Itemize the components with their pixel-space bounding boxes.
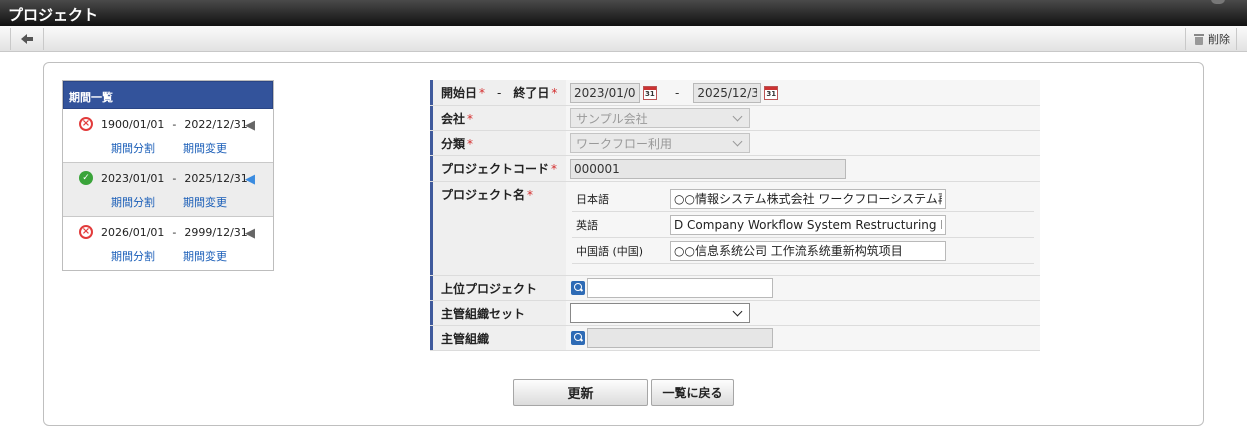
name-chinese-row: 中国語 (中国) bbox=[572, 238, 1034, 264]
parent-project-row: 上位プロジェクト bbox=[430, 276, 1040, 301]
parent-project-input[interactable] bbox=[587, 278, 773, 298]
org-input[interactable] bbox=[587, 328, 773, 348]
name-japanese-input[interactable] bbox=[670, 188, 946, 209]
start-date-input[interactable] bbox=[570, 82, 640, 103]
name-chinese-input[interactable] bbox=[670, 240, 946, 261]
period-row: × 2026/01/01 - 2999/12/31 ◀︎ 期間分割 期間変更 bbox=[63, 217, 273, 271]
name-english-input[interactable] bbox=[670, 214, 946, 235]
date-range-label: 開始日 * - 終了日 * bbox=[430, 80, 566, 105]
project-form: 開始日*-終了日* - 会社* サンプル会社 分類* ワークフロー利用 プロジェ… bbox=[430, 80, 1040, 351]
period-end: 2022/12/31 bbox=[184, 117, 248, 131]
check-status-icon: ✓ bbox=[79, 171, 93, 185]
error-status-icon: × bbox=[79, 225, 93, 239]
delete-label: 削除 bbox=[1208, 33, 1230, 46]
calendar-icon[interactable] bbox=[643, 85, 657, 100]
split-period-link[interactable]: 期間分割 bbox=[111, 194, 155, 210]
chevron-down-icon bbox=[732, 136, 743, 146]
org-set-select[interactable] bbox=[570, 303, 750, 323]
language-label: 中国語 (中国) bbox=[576, 244, 644, 258]
language-label: 英語 bbox=[576, 218, 598, 232]
parent-project-label: 上位プロジェクト bbox=[430, 276, 566, 300]
category-row: 分類 * ワークフロー利用 bbox=[430, 131, 1040, 156]
period-end: 2025/12/31 bbox=[184, 171, 248, 185]
search-icon[interactable] bbox=[571, 281, 585, 295]
company-select[interactable]: サンプル会社 bbox=[570, 108, 750, 128]
page-title: プロジェクト bbox=[8, 6, 99, 24]
back-to-list-button[interactable]: 一覧に戻る bbox=[651, 379, 734, 406]
select-period-arrow-icon[interactable]: ◀︎ bbox=[245, 226, 255, 241]
org-label: 主管組織 bbox=[430, 326, 566, 350]
project-code-label: プロジェクトコード * bbox=[430, 156, 566, 181]
project-name-label: プロジェクト名 * bbox=[430, 182, 566, 275]
org-row: 主管組織 bbox=[430, 326, 1040, 351]
period-list-heading: 期間一覧 bbox=[63, 81, 273, 109]
split-period-link[interactable]: 期間分割 bbox=[111, 140, 155, 156]
period-start: 1900/01/01 bbox=[101, 117, 165, 131]
current-period-arrow-icon[interactable]: ◀︎ bbox=[245, 172, 255, 187]
company-row: 会社 * サンプル会社 bbox=[430, 106, 1040, 131]
date-range-row: 開始日*-終了日* - bbox=[430, 80, 1040, 106]
org-set-row: 主管組織セット bbox=[430, 301, 1040, 326]
change-period-link[interactable]: 期間変更 bbox=[183, 194, 227, 210]
org-set-label: 主管組織セット bbox=[430, 301, 566, 325]
project-name-row: プロジェクト名* 日本語 英語 中国語 (中国) bbox=[430, 182, 1040, 276]
window-corner-decoration bbox=[1211, 0, 1225, 4]
toolbar: 削除 bbox=[0, 26, 1247, 52]
period-start: 2026/01/01 bbox=[101, 225, 165, 239]
period-end: 2999/12/31 bbox=[184, 225, 248, 239]
project-code-row: プロジェクトコード * bbox=[430, 156, 1040, 182]
change-period-link[interactable]: 期間変更 bbox=[183, 248, 227, 264]
name-english-row: 英語 bbox=[572, 212, 1034, 238]
back-button[interactable] bbox=[10, 28, 44, 50]
period-list: 期間一覧 × 1900/01/01 - 2022/12/31 ◀︎ 期間分割 期… bbox=[62, 80, 274, 271]
update-button[interactable]: 更新 bbox=[513, 379, 648, 406]
period-start: 2023/01/01 bbox=[101, 171, 165, 185]
chevron-down-icon bbox=[732, 306, 743, 316]
category-label: 分類 * bbox=[430, 131, 566, 155]
chevron-down-icon bbox=[732, 111, 743, 121]
project-code-input[interactable] bbox=[570, 158, 846, 179]
name-japanese-row: 日本語 bbox=[572, 186, 1034, 212]
search-icon[interactable] bbox=[571, 331, 585, 345]
end-date-input[interactable] bbox=[693, 82, 762, 103]
period-row: × 1900/01/01 - 2022/12/31 ◀︎ 期間分割 期間変更 bbox=[63, 109, 273, 163]
change-period-link[interactable]: 期間変更 bbox=[183, 140, 227, 156]
language-label: 日本語 bbox=[576, 192, 609, 206]
window-title-bar: プロジェクト bbox=[0, 0, 1247, 26]
calendar-icon[interactable] bbox=[764, 85, 779, 100]
category-select[interactable]: ワークフロー利用 bbox=[570, 133, 750, 153]
arrow-left-icon bbox=[21, 34, 33, 44]
split-period-link[interactable]: 期間分割 bbox=[111, 248, 155, 264]
trash-icon bbox=[1194, 33, 1204, 45]
select-period-arrow-icon[interactable]: ◀︎ bbox=[245, 118, 255, 133]
error-status-icon: × bbox=[79, 117, 93, 131]
delete-button[interactable]: 削除 bbox=[1185, 28, 1237, 50]
company-label: 会社 * bbox=[430, 106, 566, 130]
period-row-active: ✓ 2023/01/01 - 2025/12/31 ◀︎ 期間分割 期間変更 bbox=[63, 163, 273, 217]
